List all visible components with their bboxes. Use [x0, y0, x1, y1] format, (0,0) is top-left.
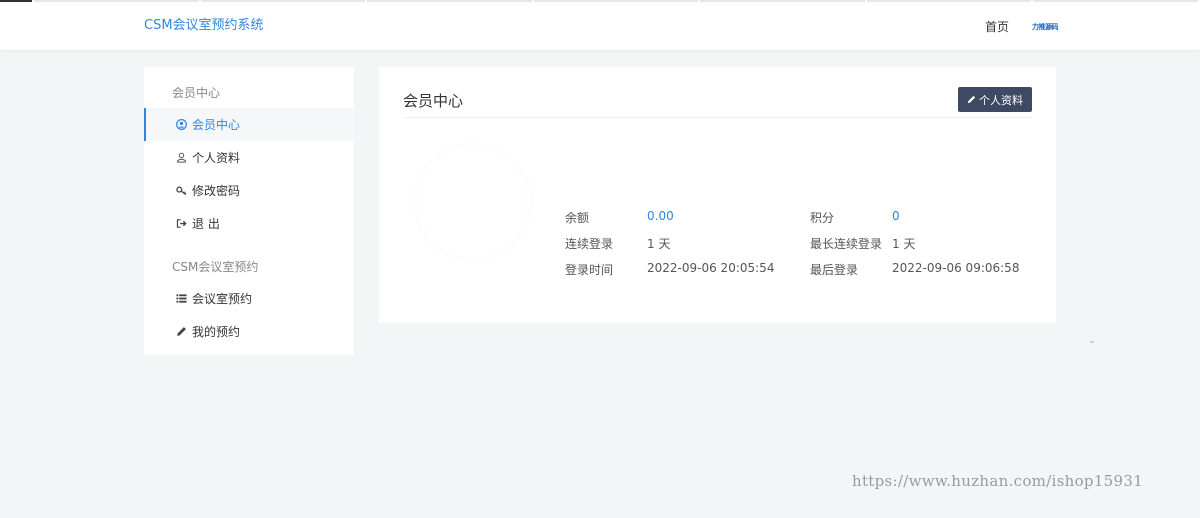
- watermark: https://www.huzhan.com/ishop15931: [852, 472, 1144, 490]
- balance-value[interactable]: 0.00: [647, 209, 674, 223]
- pencil-icon: [967, 95, 976, 104]
- decorative-mark: [1090, 341, 1094, 343]
- balance-label: 余额: [565, 211, 590, 225]
- max-streak-label: 最长连续登录: [810, 237, 883, 251]
- sidebar-item-label: 退 出: [192, 217, 220, 231]
- streak-value: 1 天: [647, 237, 671, 251]
- pencil-icon: [175, 326, 187, 338]
- list-icon: [175, 293, 187, 305]
- profile-button-label: 个人资料: [979, 93, 1023, 107]
- user-circle-icon: [175, 119, 187, 131]
- sidebar-item-label: 我的预约: [192, 325, 241, 339]
- sidebar-item-my-bookings[interactable]: 我的预约: [144, 315, 354, 348]
- sidebar-item-label: 会员中心: [192, 118, 241, 132]
- sidebar-heading-member: 会员中心: [172, 86, 221, 100]
- sidebar-heading-booking: CSM会议室预约: [172, 260, 259, 274]
- top-navbar: CSM会议室预约系统 首页 力推源码: [0, 0, 1200, 50]
- avatar[interactable]: [413, 142, 533, 262]
- points-value[interactable]: 0: [892, 209, 900, 223]
- user-icon: [175, 152, 187, 164]
- login-time-label: 登录时间: [565, 263, 614, 277]
- sidebar-item-change-password[interactable]: 修改密码: [144, 174, 354, 207]
- top-progress-strip: [0, 0, 1200, 2]
- sidebar: 会员中心 会员中心 个人资料 修改密码 退 出 CSM会议室预约 会议室预约 我…: [144, 67, 354, 355]
- key-icon: [175, 185, 187, 197]
- member-center-panel: 会员中心 个人资料 余额 0.00 积分 0 连续登录 1 天 最长连续登录 1…: [379, 67, 1056, 323]
- sidebar-item-logout[interactable]: 退 出: [144, 207, 354, 240]
- page-title: 会员中心: [403, 92, 464, 110]
- sidebar-item-member-center[interactable]: 会员中心: [144, 108, 354, 141]
- site-logo[interactable]: 力推源码: [1032, 22, 1059, 32]
- sidebar-item-label: 会议室预约: [192, 292, 253, 306]
- sign-out-icon: [175, 218, 187, 230]
- sidebar-item-label: 修改密码: [192, 184, 241, 198]
- sidebar-item-room-booking[interactable]: 会议室预约: [144, 282, 354, 315]
- brand-title[interactable]: CSM会议室预约系统: [144, 14, 264, 33]
- points-label: 积分: [810, 211, 835, 225]
- sidebar-item-profile[interactable]: 个人资料: [144, 141, 354, 174]
- max-streak-value: 1 天: [892, 237, 916, 251]
- last-login-label: 最后登录: [810, 263, 859, 277]
- nav-home-link[interactable]: 首页: [985, 18, 1009, 35]
- login-time-value: 2022-09-06 20:05:54: [647, 261, 775, 275]
- title-divider: [403, 117, 1032, 118]
- sidebar-item-label: 个人资料: [192, 151, 241, 165]
- last-login-value: 2022-09-06 09:06:58: [892, 261, 1020, 275]
- profile-button[interactable]: 个人资料: [958, 87, 1032, 112]
- streak-label: 连续登录: [565, 237, 614, 251]
